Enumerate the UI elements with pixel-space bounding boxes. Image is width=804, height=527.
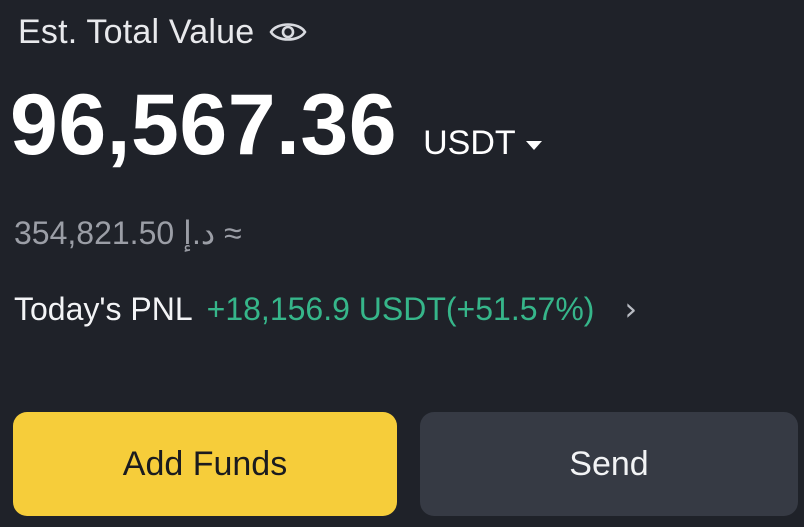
chevron-right-icon: ›	[624, 290, 638, 328]
pnl-value: +18,156.9 USDT(+51.57%)	[206, 290, 595, 327]
currency-label: USDT	[423, 124, 516, 162]
balance-row: 96,567.36 USDT	[10, 82, 542, 168]
wallet-overview: Est. Total Value 96,567.36 USDT 354,821.…	[0, 0, 804, 527]
caret-down-icon	[525, 141, 542, 150]
total-balance-value: 96,567.36	[10, 77, 398, 173]
fiat-equivalent: 354,821.50 د.إ ≈	[14, 215, 242, 251]
pnl-label: Today's PNL	[14, 290, 193, 327]
eye-icon[interactable]	[268, 17, 308, 47]
todays-pnl-row[interactable]: Today's PNL +18,156.9 USDT(+51.57%) ›	[14, 290, 637, 328]
currency-selector[interactable]: USDT	[423, 124, 542, 163]
est-total-value-label: Est. Total Value	[18, 12, 255, 51]
add-funds-button[interactable]: Add Funds	[13, 412, 397, 516]
est-total-value-row: Est. Total Value	[18, 10, 308, 54]
send-button[interactable]: Send	[420, 412, 798, 516]
